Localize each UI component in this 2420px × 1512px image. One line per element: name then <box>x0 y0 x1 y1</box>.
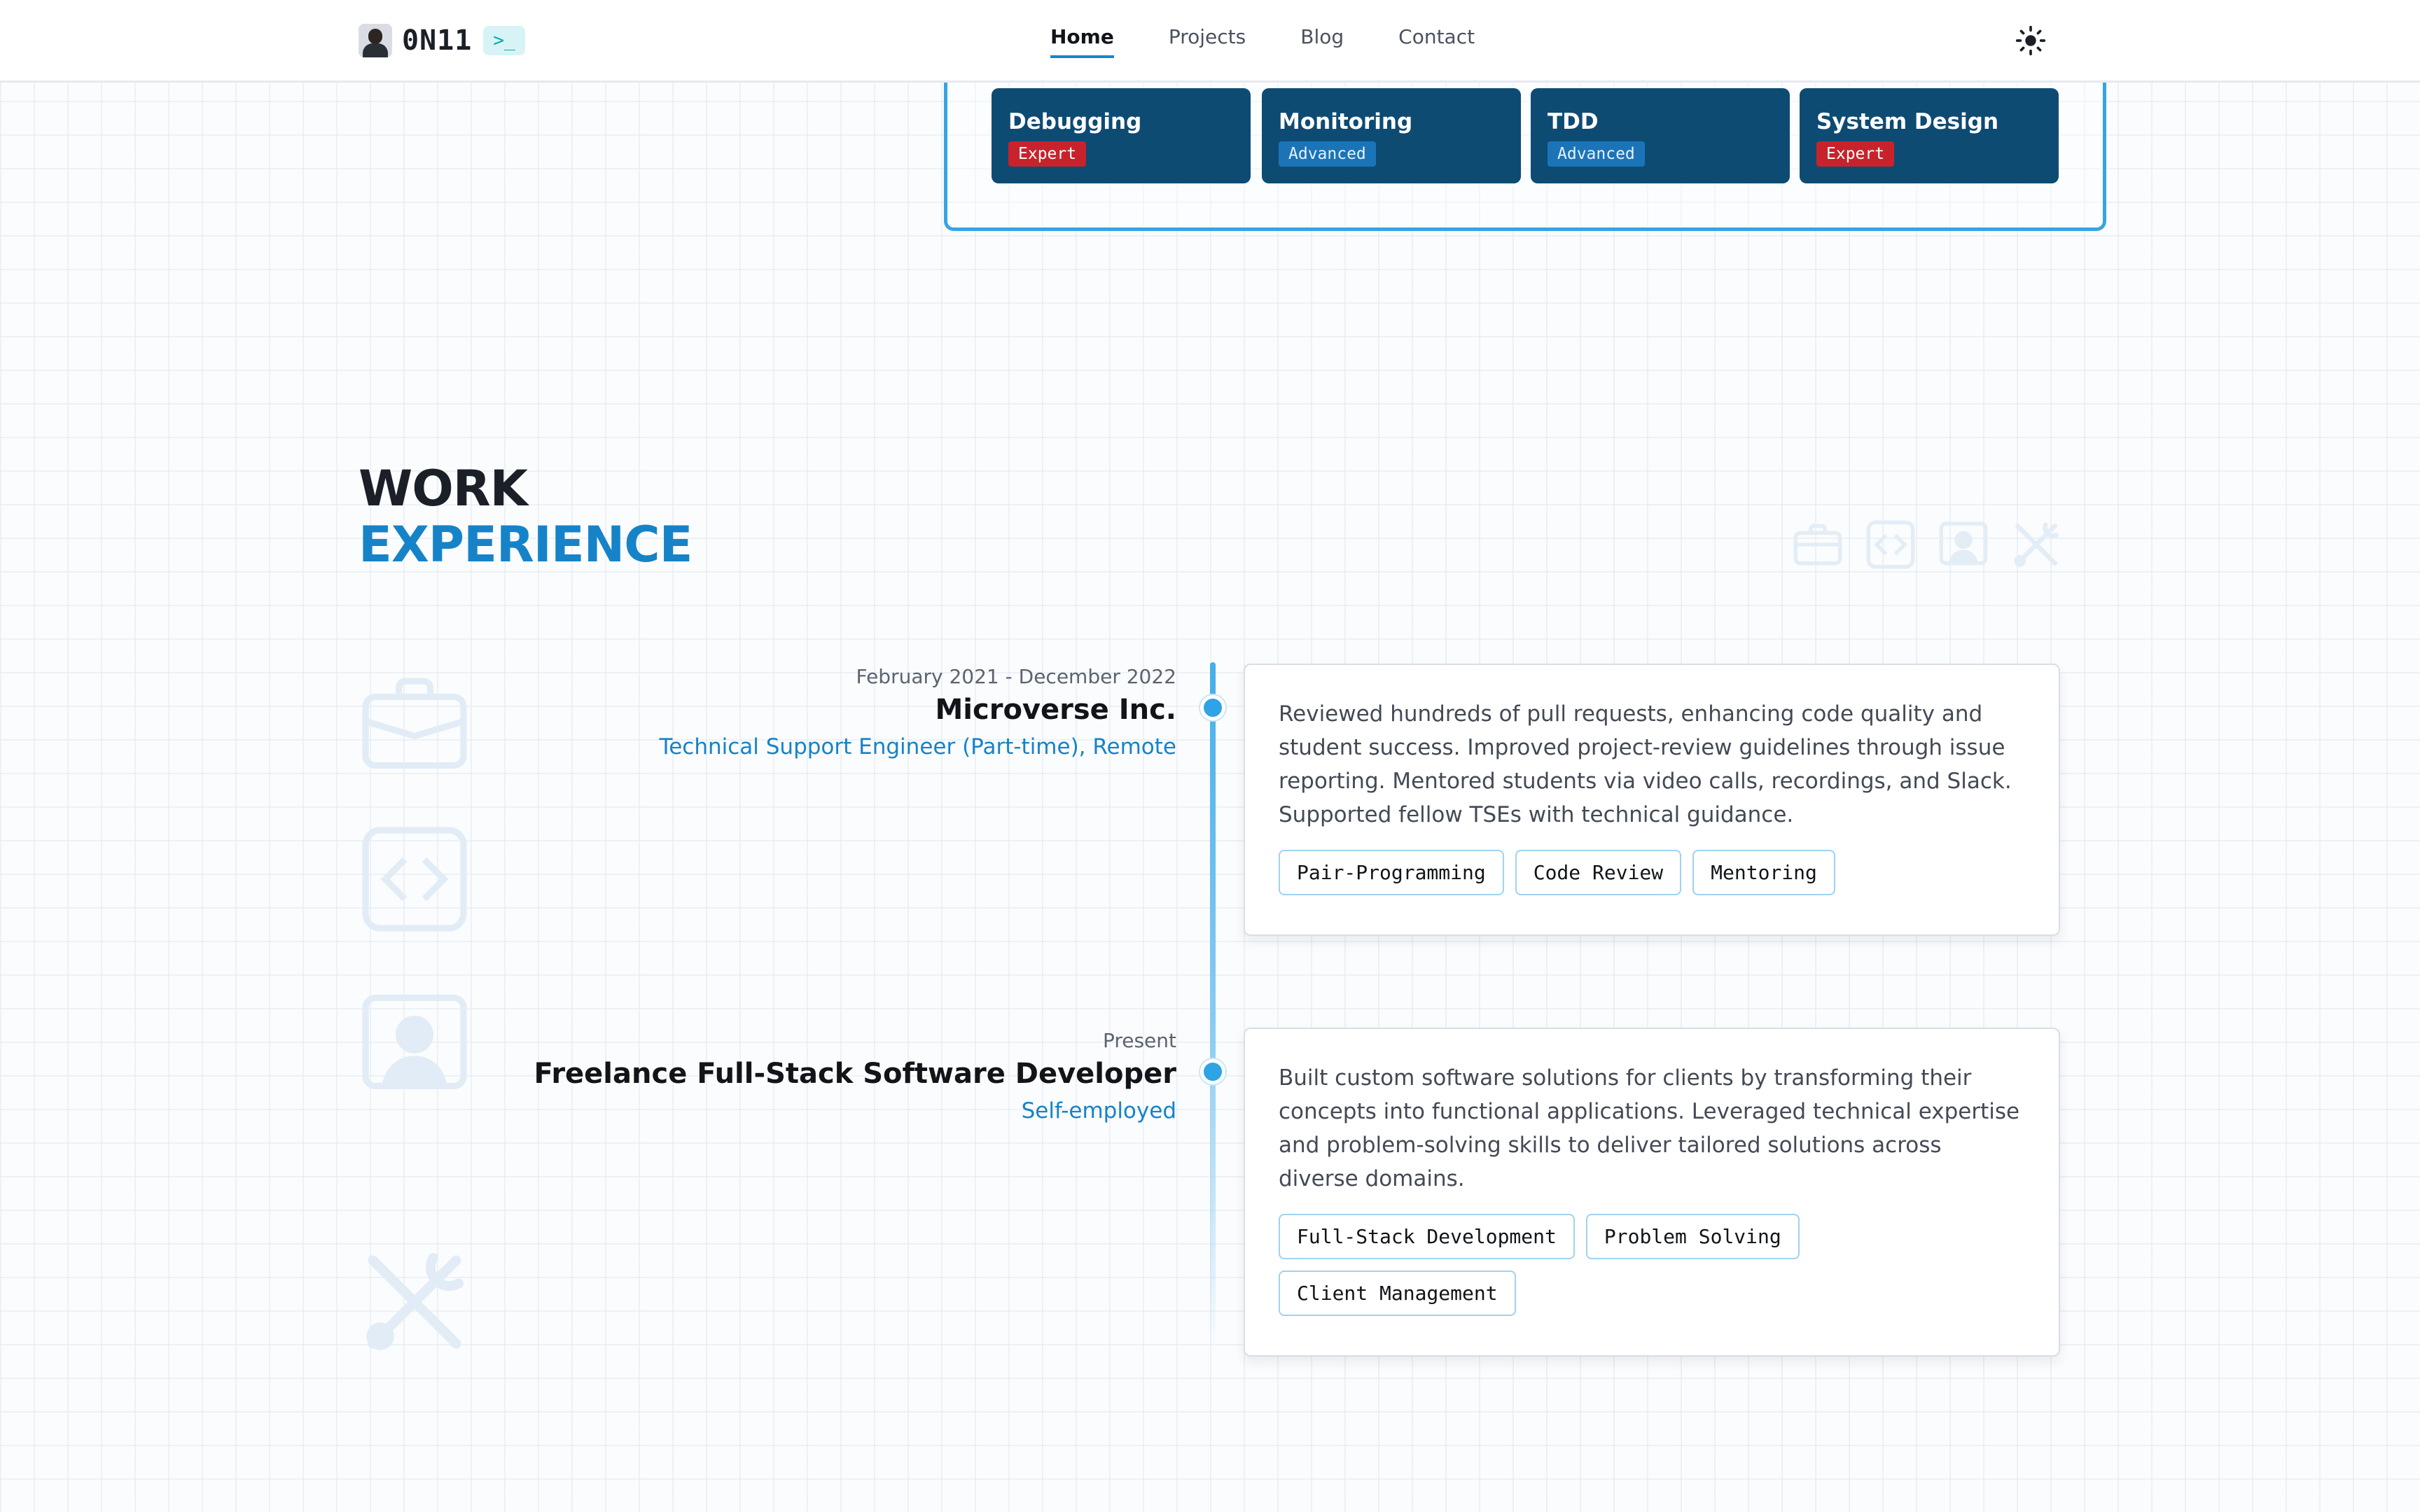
terminal-prompt-badge: >_ <box>483 26 525 55</box>
skill-card-system-design: System Design Expert <box>1800 88 2059 183</box>
tag: Problem Solving <box>1585 1214 1800 1259</box>
code-icon <box>362 827 467 932</box>
tag: Mentoring <box>1692 850 1835 895</box>
job-card-freelance: Built custom software solutions for clie… <box>1244 1028 2060 1357</box>
job-role: Self-employed <box>1021 1098 1176 1124</box>
skill-name: Debugging <box>1008 109 1142 134</box>
skill-card-monitoring: Monitoring Advanced <box>1262 88 1521 183</box>
job-company: Freelance Full-Stack Software Developer <box>534 1058 1176 1090</box>
tag: Full-Stack Development <box>1279 1214 1575 1259</box>
skill-name: System Design <box>1816 109 1999 134</box>
nav-link-projects[interactable]: Projects <box>1169 25 1246 58</box>
briefcase-icon <box>1793 524 1842 566</box>
job-role: Technical Support Engineer (Part-time), … <box>659 734 1176 760</box>
theme-toggle-button[interactable] <box>2015 25 2046 56</box>
skill-level-badge: Expert <box>1008 141 1087 167</box>
section-title: WORK EXPERIENCE <box>359 460 693 573</box>
job-tags: Pair-Programming Code Review Mentoring <box>1279 850 2025 906</box>
decorative-icon-row <box>1790 517 2081 573</box>
tag: Pair-Programming <box>1279 850 1504 895</box>
tools-icon <box>366 1253 464 1350</box>
job-company: Microverse Inc. <box>935 694 1177 726</box>
navbar: 0N11 >_ Home Projects Blog Contact <box>0 0 2420 83</box>
brand[interactable]: 0N11 >_ <box>359 22 525 59</box>
skill-level-badge: Advanced <box>1548 141 1645 167</box>
skill-level-badge: Advanced <box>1279 141 1376 167</box>
skill-level-badge: Expert <box>1816 141 1895 167</box>
nav-link-blog[interactable]: Blog <box>1300 25 1344 58</box>
brand-name: 0N11 <box>402 24 473 57</box>
user-icon <box>362 994 467 1090</box>
skill-name: TDD <box>1548 109 1599 134</box>
job-date: February 2021 - December 2022 <box>856 665 1177 688</box>
tools-icon <box>2014 522 2059 567</box>
skill-name: Monitoring <box>1279 109 1413 134</box>
section-title-line-2: EXPERIENCE <box>359 516 693 573</box>
timeline-line <box>1210 662 1216 1348</box>
sun-icon <box>2015 25 2046 56</box>
timeline-dot <box>1200 1059 1225 1084</box>
skill-card-debugging: Debugging Expert <box>992 88 1251 183</box>
job-description: Reviewed hundreds of pull requests, enha… <box>1279 701 2012 827</box>
briefcase-icon <box>362 678 467 769</box>
user-icon <box>1939 522 1988 566</box>
job-card-microverse: Reviewed hundreds of pull requests, enha… <box>1244 664 2060 936</box>
job-date: Present <box>1102 1029 1176 1052</box>
tag: Code Review <box>1515 850 1682 895</box>
nav-link-home[interactable]: Home <box>1050 25 1114 58</box>
tag: Client Management <box>1279 1270 1516 1316</box>
skill-card-tdd: TDD Advanced <box>1531 88 1790 183</box>
code-icon <box>1866 520 1915 569</box>
job-description: Built custom software solutions for clie… <box>1279 1065 2020 1191</box>
nav-link-contact[interactable]: Contact <box>1398 25 1475 58</box>
job-meta-freelance: Present Freelance Full-Stack Software De… <box>534 1029 1176 1124</box>
job-meta-microverse: February 2021 - December 2022 Microverse… <box>660 665 1176 760</box>
main-nav: Home Projects Blog Contact <box>1050 25 1529 58</box>
section-title-line-1: WORK <box>359 460 528 517</box>
timeline-dot <box>1200 695 1225 720</box>
avatar <box>359 24 392 57</box>
job-tags: Full-Stack Development Problem Solving C… <box>1279 1214 2025 1327</box>
